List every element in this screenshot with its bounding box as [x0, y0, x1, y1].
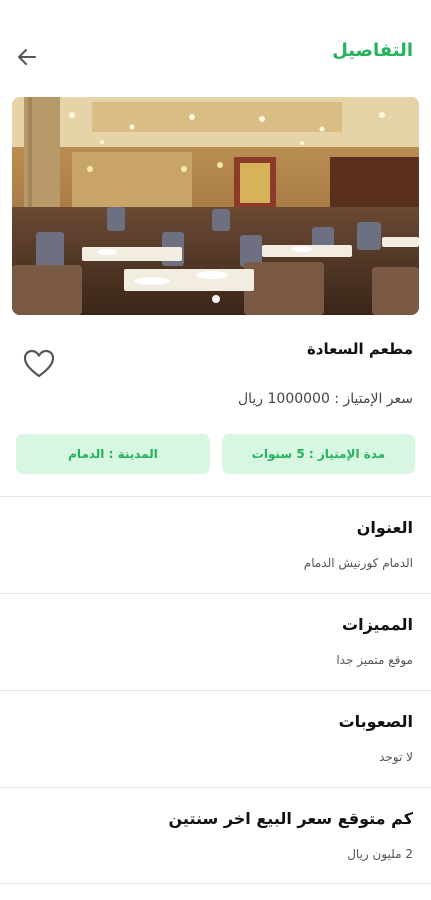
- page-title: التفاصيل: [332, 40, 413, 61]
- section-title: كم متوقع سعر البيع اخر سنتين: [168, 809, 413, 828]
- divider: [0, 883, 431, 884]
- restaurant-image-carousel[interactable]: [12, 97, 419, 315]
- section-title: الصعوبات: [338, 712, 413, 731]
- section-value: الدمام كورنيش الدمام: [303, 556, 413, 570]
- features-section: المميزات موقع متميز جدا: [0, 593, 431, 690]
- difficulties-section: الصعوبات لا توجد: [0, 690, 431, 787]
- restaurant-name: مطعم السعادة: [306, 340, 413, 358]
- heart-outline-icon: [23, 349, 55, 378]
- back-button[interactable]: [14, 44, 40, 70]
- favorite-button[interactable]: [22, 348, 56, 380]
- carousel-indicator: [12, 295, 419, 303]
- arrow-left-icon: [18, 49, 36, 65]
- duration-chip: مدة الإمتياز : 5 سنوات: [222, 434, 415, 474]
- section-title: العنوان: [356, 518, 413, 537]
- section-value: 2 مليون ريال: [347, 847, 413, 861]
- app-header: التفاصيل: [0, 0, 431, 100]
- section-value: لا توجد: [379, 750, 413, 764]
- address-section: العنوان الدمام كورنيش الدمام: [0, 496, 431, 593]
- restaurant-photo: [12, 97, 419, 315]
- expected-sale-price-section: كم متوقع سعر البيع اخر سنتين 2 مليون ريا…: [0, 787, 431, 884]
- section-value: موقع متميز جدا: [336, 653, 413, 667]
- franchise-price: سعر الإمتياز : 1000000 ريال: [237, 391, 413, 407]
- section-title: المميزات: [342, 615, 413, 634]
- city-chip: المدينة : الدمام: [16, 434, 210, 474]
- carousel-dot[interactable]: [211, 295, 220, 303]
